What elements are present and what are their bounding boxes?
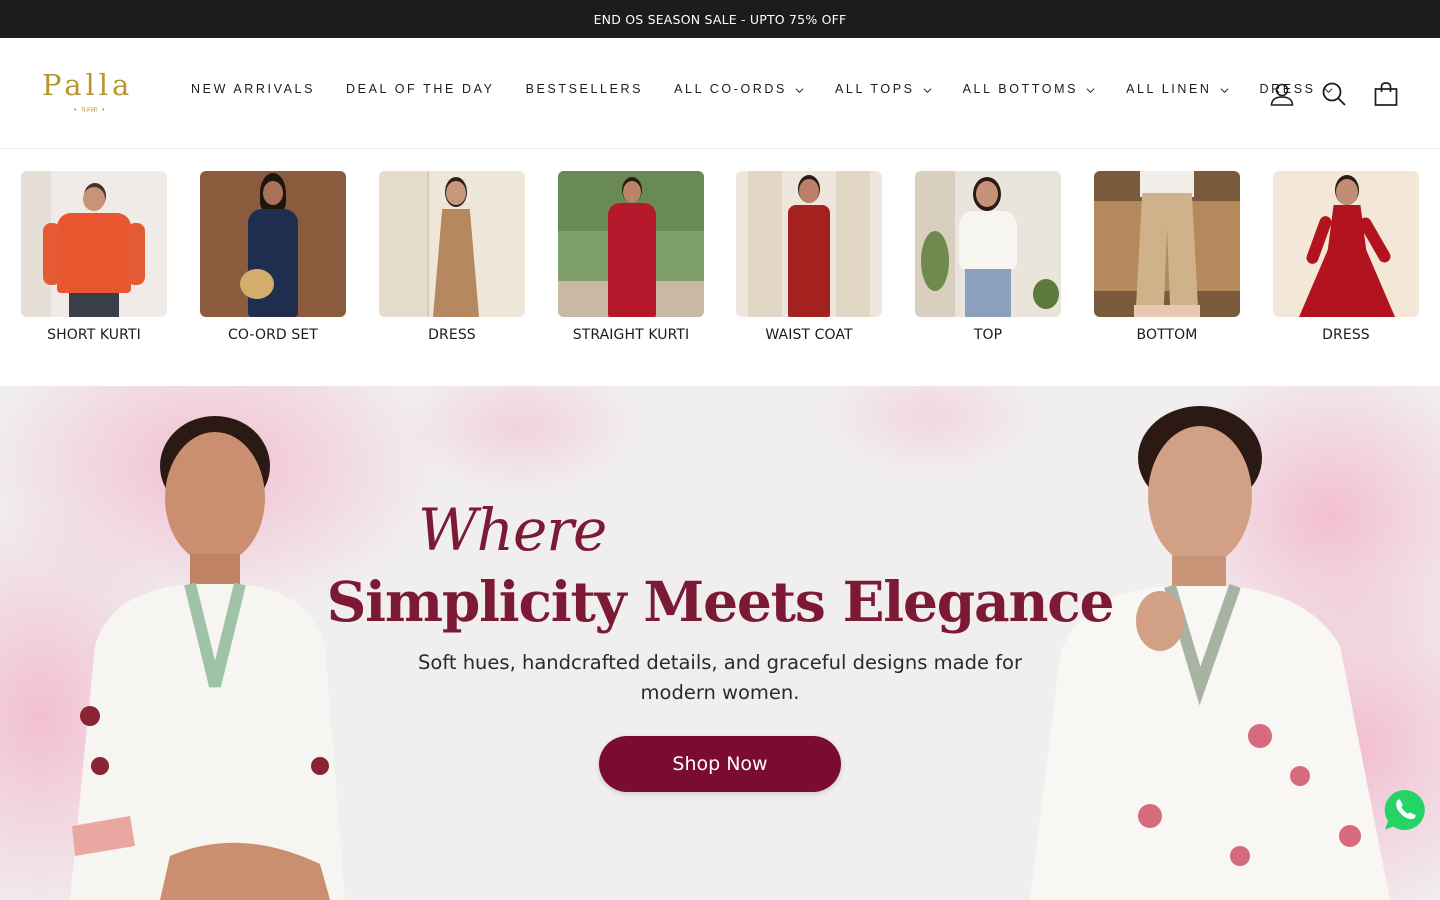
category-waist-coat[interactable]: WAIST COAT	[736, 171, 882, 343]
announcement-bar: END OS SEASON SALE - UPTO 75% OFF	[0, 0, 1440, 38]
nav-bestsellers[interactable]: BESTSELLERS	[526, 82, 644, 96]
brand-logo[interactable]: Palla • पल्ला •	[40, 68, 140, 118]
category-image	[736, 171, 882, 317]
category-dress-2[interactable]: DRESS	[1273, 171, 1419, 343]
chevron-down-icon	[1086, 87, 1095, 93]
category-image	[200, 171, 346, 317]
nav-deal-of-the-day[interactable]: DEAL OF THE DAY	[346, 82, 495, 96]
hero-script-text: Where	[418, 496, 607, 564]
shop-now-button[interactable]: Shop Now	[599, 736, 841, 792]
category-label: DRESS	[428, 327, 476, 343]
site-header: Palla • पल्ला • NEW ARRIVALS DEAL OF THE…	[0, 38, 1440, 149]
brand-tagline: • पल्ला •	[73, 106, 107, 114]
chevron-down-icon	[923, 87, 932, 93]
category-label: CO-ORD SET	[228, 327, 318, 343]
category-co-ord-set[interactable]: CO-ORD SET	[200, 171, 346, 343]
search-icon[interactable]	[1321, 81, 1347, 107]
account-icon[interactable]	[1269, 81, 1295, 107]
category-strip: SHORT KURTI CO-ORD SET DRESS STRAIGHT KU…	[21, 171, 1421, 351]
category-short-kurti[interactable]: SHORT KURTI	[21, 171, 167, 343]
hero-background	[0, 386, 1440, 900]
category-image	[379, 171, 525, 317]
whatsapp-icon[interactable]	[1384, 789, 1426, 831]
category-image	[1273, 171, 1419, 317]
category-image	[1094, 171, 1240, 317]
nav-all-tops[interactable]: ALL TOPS	[835, 82, 932, 96]
nav-all-bottoms[interactable]: ALL BOTTOMS	[963, 82, 1095, 96]
category-label: WAIST COAT	[765, 327, 853, 343]
chevron-down-icon	[795, 87, 804, 93]
category-label: TOP	[973, 327, 1003, 343]
category-label: BOTTOM	[1136, 327, 1198, 343]
category-bottom[interactable]: BOTTOM	[1094, 171, 1240, 343]
hero-description: Soft hues, handcrafted details, and grac…	[418, 651, 1022, 704]
nav-all-co-ords[interactable]: ALL CO-ORDS	[674, 82, 804, 96]
chevron-down-icon	[1220, 87, 1228, 93]
category-dress[interactable]: DRESS	[379, 171, 525, 343]
category-label: SHORT KURTI	[47, 327, 141, 343]
nav-all-linen[interactable]: ALL LINEN	[1126, 82, 1228, 96]
category-top[interactable]: TOP	[915, 171, 1061, 343]
announcement-text[interactable]: END OS SEASON SALE - UPTO 75% OFF	[594, 12, 847, 27]
brand-name: Palla	[42, 68, 134, 102]
category-image	[915, 171, 1061, 317]
cart-icon[interactable]	[1373, 81, 1399, 107]
hero-banner: Where Simplicity Meets Elegance Soft hue…	[0, 386, 1440, 900]
category-label: STRAIGHT KURTI	[572, 327, 690, 343]
category-straight-kurti[interactable]: STRAIGHT KURTI	[558, 171, 704, 343]
category-image	[558, 171, 704, 317]
nav-new-arrivals[interactable]: NEW ARRIVALS	[191, 82, 315, 96]
category-label: DRESS	[1322, 327, 1370, 343]
main-nav: NEW ARRIVALS DEAL OF THE DAY BESTSELLERS…	[191, 82, 1333, 96]
category-image	[21, 171, 167, 317]
hero-headline: Simplicity Meets Elegance	[326, 569, 1115, 634]
